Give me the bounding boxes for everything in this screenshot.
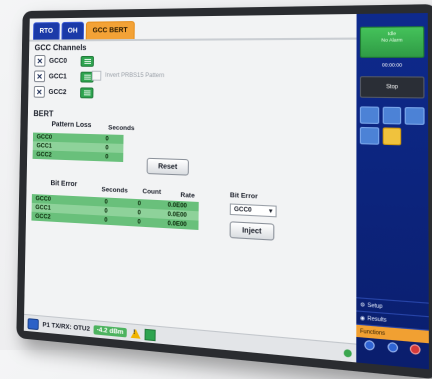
gcc2-row: ✕ GCC2 [33,85,94,98]
pattern-loss-header: Pattern Loss [51,121,92,130]
bit-error-table: GCC0 0 0 0.0E00 GCC1 0 0 0.0E00 GCC2 0 0… [31,194,199,230]
pl-name-gcc2: GCC2 [36,151,52,159]
warning-icon[interactable]: ! [130,328,141,339]
test-status-line2: No Alarm [381,37,403,43]
bit-error-count-header: Count [142,188,162,197]
gcc2-label: GCC2 [48,88,67,96]
test-timer: 00:00:00 [381,62,403,68]
port-status: P1 TX/RX: OTU2 [42,320,91,333]
test-status-box: Idle No Alarm [360,26,425,58]
device-frame: RTO OH GCC BERT GCC Channels ✕ GCC0 ✕ GC… [16,4,432,379]
pl-seconds-gcc2: 0 [105,153,109,161]
bit-error-channel-select[interactable]: GCC0 ▾ [229,203,277,218]
chevron-down-icon: ▾ [269,208,273,215]
reset-icon[interactable] [405,107,425,125]
table-row: GCC2 0 [32,150,124,163]
be-name-gcc2: GCC2 [35,213,51,221]
bert-heading: BERT [33,109,54,119]
stop-button[interactable]: Stop [360,76,425,99]
side-menu: ⚙ Setup ◉ Results Functions [356,297,429,358]
be-count-gcc2: 0 [137,218,141,226]
invert-pattern-label: Invert PRBS15 Pattern [105,72,165,80]
pattern-loss-seconds-header: Seconds [108,124,135,133]
power-icon[interactable] [409,343,421,355]
inject-button[interactable]: Inject [229,221,275,241]
menu-functions-label: Functions [360,327,386,337]
port-icon [27,317,39,330]
gcc-channels-heading: GCC Channels [34,43,87,53]
help-icon[interactable] [364,339,376,351]
gcc0-row: ✕ GCC0 [34,55,94,67]
lock-icon[interactable] [382,127,402,146]
main-panel: RTO OH GCC BERT GCC Channels ✕ GCC0 ✕ GC… [23,13,357,363]
bit-error-select-label: Bit Error [229,191,258,201]
invert-pattern-option[interactable]: Invert PRBS15 Pattern [91,70,165,81]
gcc2-checkbox[interactable]: ✕ [33,85,45,98]
gcc0-config-icon[interactable] [80,55,94,67]
tab-gcc-bert[interactable]: GCC BERT [85,21,135,41]
bit-error-header: Bit Error [50,180,78,189]
status-bar: P1 TX/RX: OTU2 -4.2 dBm ! [23,313,357,363]
quick-actions [360,106,425,146]
bit-error-seconds-header: Seconds [101,186,128,195]
bit-error-channel-value: GCC0 [233,206,252,214]
pattern-loss-table: GCC0 0 GCC1 0 GCC2 0 [32,132,124,163]
invert-pattern-checkbox[interactable] [91,70,102,81]
tab-oh[interactable]: OH [61,21,85,41]
gcc2-config-icon[interactable] [80,86,94,98]
gear-icon: ⚙ [360,301,366,309]
menu-results-label: Results [367,315,387,324]
results-icon: ◉ [360,314,366,322]
screen: RTO OH GCC BERT GCC Channels ✕ GCC0 ✕ GC… [23,12,429,370]
side-panel: Idle No Alarm 00:00:00 Stop ⚙ Setup ◉ Re… [356,12,429,370]
power-level: -4.2 dBm [93,324,127,337]
grid-icon[interactable] [144,328,156,341]
inject-icon[interactable] [360,126,380,145]
reset-button[interactable]: Reset [146,157,189,176]
gcc0-checkbox[interactable]: ✕ [34,55,46,67]
be-rate-gcc2: 0.0E00 [167,220,187,228]
report-icon[interactable] [382,106,402,125]
tab-bar: RTO OH GCC BERT [32,21,135,41]
bit-error-rate-header: Rate [180,191,195,200]
menu-setup-label: Setup [367,301,383,310]
save-icon[interactable] [360,106,380,125]
gcc1-checkbox[interactable]: ✕ [34,70,46,83]
be-seconds-gcc2: 0 [104,217,108,224]
gcc1-label: GCC1 [48,72,67,80]
gcc0-label: GCC0 [48,57,68,65]
info-icon[interactable] [387,341,398,353]
side-header [357,13,428,23]
gcc1-row: ✕ GCC1 [34,70,94,83]
tab-rto[interactable]: RTO [32,22,60,41]
